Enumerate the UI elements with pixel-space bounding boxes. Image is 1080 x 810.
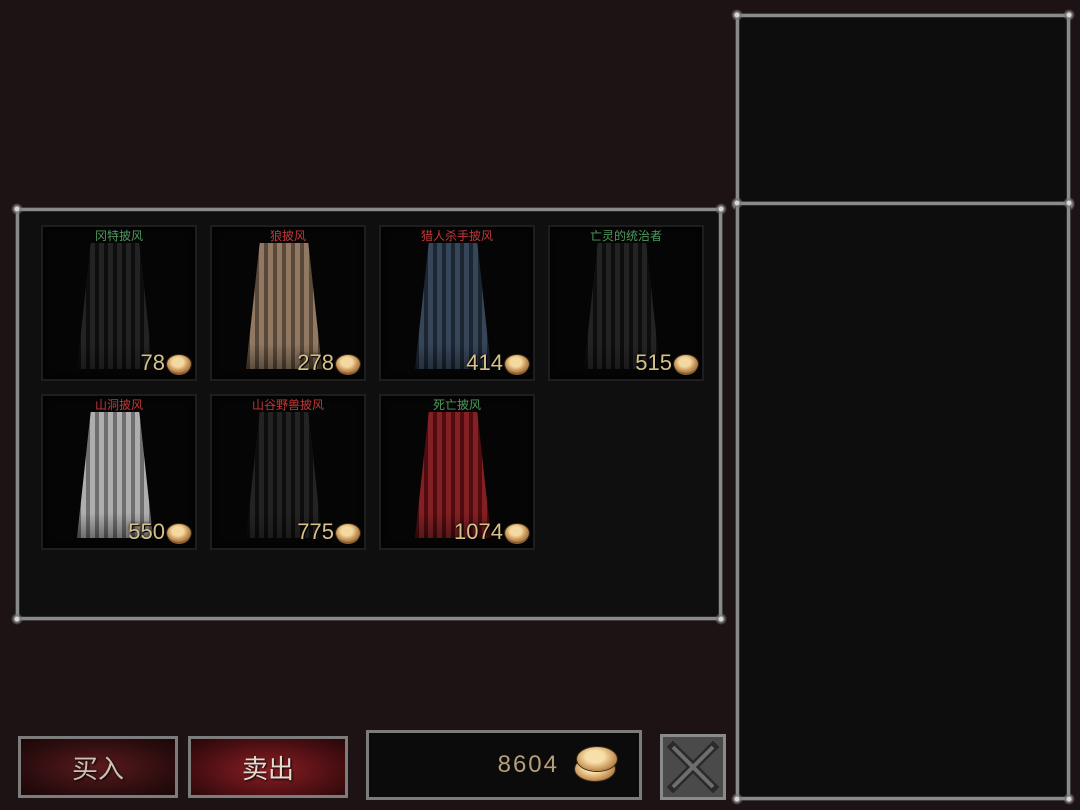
shop-panel: 冈特披风 78 狼披风 278 猎人杀手披风 414 亡灵的统治者 515 山洞… — [11, 203, 727, 625]
shop-item-slot[interactable]: 猎人杀手披风 414 — [379, 225, 535, 381]
item-name: 山谷野兽披风 — [251, 398, 324, 412]
item-price: 550 — [128, 519, 165, 544]
shop-item-slot[interactable]: 山洞披风 550 — [41, 394, 197, 550]
item-description-panel — [731, 197, 1075, 805]
item-price: 1074 — [454, 519, 503, 544]
coin-icon — [505, 524, 529, 542]
frame-corner-ornament — [731, 197, 743, 209]
coin-icon — [167, 355, 191, 373]
sell-button[interactable]: 卖出 — [188, 736, 348, 798]
shop-item-slot[interactable]: 山谷野兽披风 775 — [210, 394, 366, 550]
frame-corner-ornament — [1063, 197, 1075, 209]
item-name: 山洞披风 — [94, 398, 143, 412]
item-preview-panel — [731, 9, 1075, 211]
shop-item-slot[interactable]: 亡灵的统治者 515 — [548, 225, 704, 381]
item-name: 猎人杀手披风 — [420, 229, 493, 243]
frame-corner-ornament — [11, 203, 23, 215]
item-price: 414 — [466, 350, 503, 375]
item-price: 278 — [297, 350, 334, 375]
close-button[interactable] — [660, 734, 726, 800]
item-price: 775 — [297, 519, 334, 544]
shop-item-slot[interactable]: 死亡披风 1074 — [379, 394, 535, 550]
gold-amount: 8604 — [497, 751, 559, 778]
coin-icon — [505, 355, 529, 373]
frame-corner-ornament — [715, 203, 727, 215]
gold-coin-icon — [575, 747, 617, 781]
gold-display: 8604 — [366, 730, 642, 800]
coin-icon — [674, 355, 698, 373]
shop-item-slot[interactable]: 冈特披风 78 — [41, 225, 197, 381]
item-name: 狼披风 — [269, 229, 306, 243]
item-price: 78 — [140, 350, 165, 375]
item-name: 死亡披风 — [432, 398, 481, 412]
frame-corner-ornament — [731, 793, 743, 805]
shop-item-slot[interactable]: 狼披风 278 — [210, 225, 366, 381]
coin-icon — [336, 524, 360, 542]
close-x-icon — [666, 740, 720, 794]
frame-corner-ornament — [715, 613, 727, 625]
coin-icon — [167, 524, 191, 542]
item-price: 515 — [635, 350, 672, 375]
item-name: 冈特披风 — [94, 229, 143, 243]
buy-button[interactable]: 买入 — [18, 736, 178, 798]
coin-icon — [336, 355, 360, 373]
frame-corner-ornament — [11, 613, 23, 625]
frame-corner-ornament — [1063, 9, 1075, 21]
frame-corner-ornament — [731, 9, 743, 21]
frame-corner-ornament — [1063, 793, 1075, 805]
item-name: 亡灵的统治者 — [589, 229, 662, 243]
